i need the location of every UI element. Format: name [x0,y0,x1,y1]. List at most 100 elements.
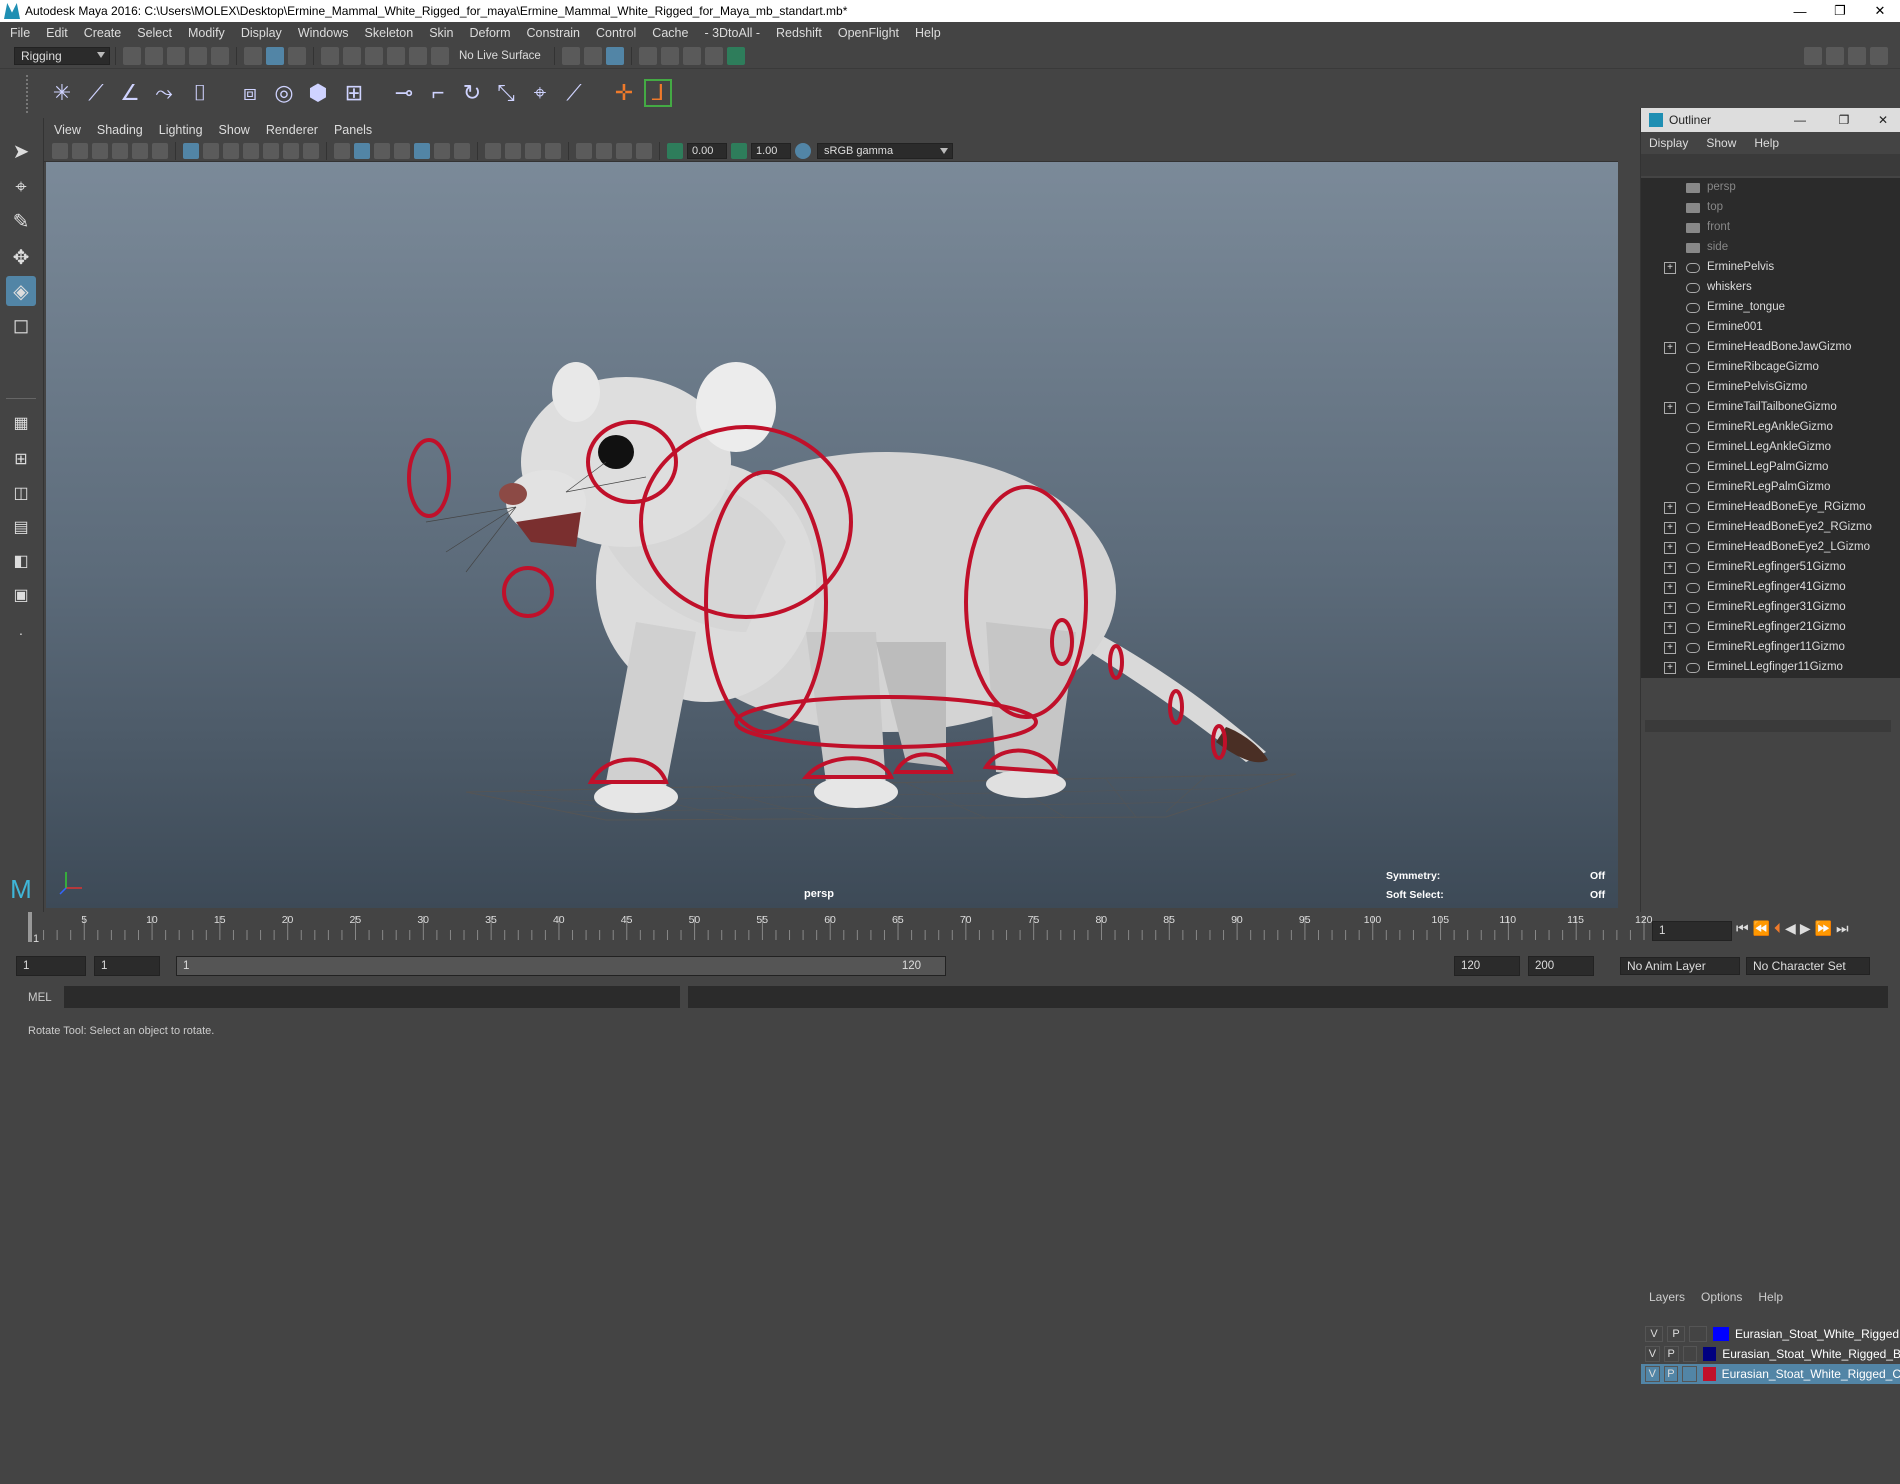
resolution-gate-icon[interactable] [223,142,239,159]
command-language-label[interactable]: MEL [28,992,52,1004]
single-pane-layout-icon[interactable]: ▦ [6,408,36,438]
viewport-menu-renderer[interactable]: Renderer [266,123,318,137]
outliner-item[interactable]: side [1641,238,1900,258]
step-back-frame-icon[interactable]: ⏴ [1774,920,1781,937]
gamma-field[interactable]: 1.00 [751,142,791,159]
use-all-lights-icon[interactable] [434,142,450,159]
close-button[interactable]: ✕ [1860,3,1900,19]
step-forward-key-icon[interactable]: ⏩ [1815,920,1832,937]
layer-visibility-toggle[interactable]: V [1645,1366,1660,1382]
layer-menu-layers[interactable]: Layers [1649,1290,1685,1304]
anim-layer-dropdown[interactable]: No Anim Layer [1620,957,1740,975]
outliner-item[interactable]: + ErmineRLegfinger11Gizmo [1641,638,1900,658]
outliner-item[interactable]: Ermine001 [1641,318,1900,338]
field-chart-icon[interactable] [263,142,279,159]
two-d-pan-icon[interactable] [132,142,148,159]
render-settings-icon[interactable] [704,47,723,65]
layer-type-toggle[interactable] [1682,1366,1697,1382]
outliner-item[interactable]: + ErminePelvis [1641,258,1900,278]
expand-icon[interactable]: + [1664,402,1676,414]
expand-icon[interactable]: + [1664,642,1676,654]
outliner-item[interactable]: ErmineRibcageGizmo [1641,358,1900,378]
viewport-menu-shading[interactable]: Shading [97,123,143,137]
menu-skeleton[interactable]: Skeleton [365,26,414,40]
command-input[interactable] [64,986,680,1008]
menu-control[interactable]: Control [596,26,636,40]
restore-button[interactable]: ❐ [1820,3,1860,19]
animation-start-field[interactable]: 1 [16,956,86,976]
outliner-item[interactable]: whiskers [1641,278,1900,298]
step-back-key-icon[interactable]: ⏪ [1753,920,1770,937]
expand-icon[interactable]: + [1664,622,1676,634]
outliner-restore-button[interactable]: ❐ [1822,113,1866,127]
attribute-editor-icon[interactable] [1826,47,1844,65]
make-live-icon[interactable] [431,47,449,65]
render-frame-icon[interactable] [638,47,657,65]
play-forwards-icon[interactable]: ▶ [1800,920,1811,937]
ambient-occlusion-icon[interactable] [485,142,501,159]
hypershade-icon[interactable] [726,47,745,65]
scale-tool-icon[interactable]: ◻ [6,310,36,340]
outliner-item[interactable]: ErmineLLegPalmGizmo [1641,458,1900,478]
outliner-item[interactable]: ErmineLLegAnkleGizmo [1641,438,1900,458]
outliner-item[interactable]: ErminePelvisGizmo [1641,378,1900,398]
snap-point-icon[interactable] [365,47,383,65]
outliner-item[interactable]: + ErmineRLegfinger31Gizmo [1641,598,1900,618]
menu-select[interactable]: Select [137,26,172,40]
point-constraint-icon[interactable]: ⊸ [390,79,418,107]
outliner-item[interactable]: + ErmineRLegfinger21Gizmo [1641,618,1900,638]
menu-cache[interactable]: Cache [652,26,688,40]
layer-color-swatch[interactable] [1703,1347,1717,1361]
lasso-tool-icon[interactable]: ⌖ [6,172,36,202]
animation-end-field[interactable]: 200 [1528,956,1594,976]
xray-joints-icon[interactable] [616,142,632,159]
parent-constraint-icon[interactable]: ⌖ [526,79,554,107]
outliner-item[interactable]: front [1641,218,1900,238]
four-pane-layout-icon[interactable]: ⊞ [6,444,36,474]
menu-create[interactable]: Create [84,26,122,40]
aim-constraint-icon[interactable]: ⌐ [424,79,452,107]
layer-color-swatch[interactable] [1713,1327,1729,1341]
layer-visibility-toggle[interactable]: V [1645,1346,1660,1362]
grid-icon[interactable] [183,142,199,159]
input-ops-icon[interactable] [561,47,580,65]
persp-outliner-layout-icon[interactable]: ◫ [6,478,36,508]
outliner-item[interactable]: Ermine_tongue [1641,298,1900,318]
ik-spline-icon[interactable]: ⤳ [150,79,178,107]
menu-modify[interactable]: Modify [188,26,225,40]
xray-components-icon[interactable] [636,142,652,159]
menu-skin[interactable]: Skin [429,26,453,40]
layer-type-toggle[interactable] [1682,1346,1698,1362]
playback-end-field[interactable]: 120 [1454,956,1520,976]
locator-icon[interactable]: ✛ [610,79,638,107]
save-scene-icon[interactable] [167,47,185,65]
colorspace-dropdown[interactable]: sRGB gamma [817,142,953,159]
layer-menu-help[interactable]: Help [1758,1290,1783,1304]
ik-handle-icon[interactable]: ∠ [116,79,144,107]
multisample-aa-icon[interactable] [525,142,541,159]
menu-windows[interactable]: Windows [298,26,349,40]
ipr-render-icon[interactable] [660,47,679,65]
channel-box-icon[interactable] [1870,47,1888,65]
outliner-item[interactable]: + ErmineRLegfinger41Gizmo [1641,578,1900,598]
exposure-field[interactable]: 0.00 [687,142,727,159]
gate-mask-icon[interactable] [243,142,259,159]
select-camera-icon[interactable] [52,142,68,159]
snap-curve-icon[interactable] [343,47,361,65]
current-frame-field[interactable]: 1 [1652,921,1732,941]
menu-3dtoall[interactable]: - 3DtoAll - [704,26,760,40]
viewport-menu-lighting[interactable]: Lighting [159,123,203,137]
textured-icon[interactable] [414,142,430,159]
expand-icon[interactable]: + [1664,342,1676,354]
default-material-icon[interactable] [374,142,390,159]
layer-playback-toggle[interactable]: P [1663,1366,1679,1382]
outliner-filter-field[interactable] [1641,154,1900,176]
viewport-menu-panels[interactable]: Panels [334,123,372,137]
safe-action-icon[interactable] [283,142,299,159]
select-object-icon[interactable] [266,47,284,65]
bind-skin-icon[interactable]: ⌷ [186,79,214,107]
grease-pencil-icon[interactable] [152,142,168,159]
go-to-end-icon[interactable]: ⏭ [1836,920,1849,937]
persp-graph-layout-icon[interactable]: ▤ [6,512,36,542]
outliner-item[interactable]: + ErmineHeadBoneEye2_RGizmo [1641,518,1900,538]
